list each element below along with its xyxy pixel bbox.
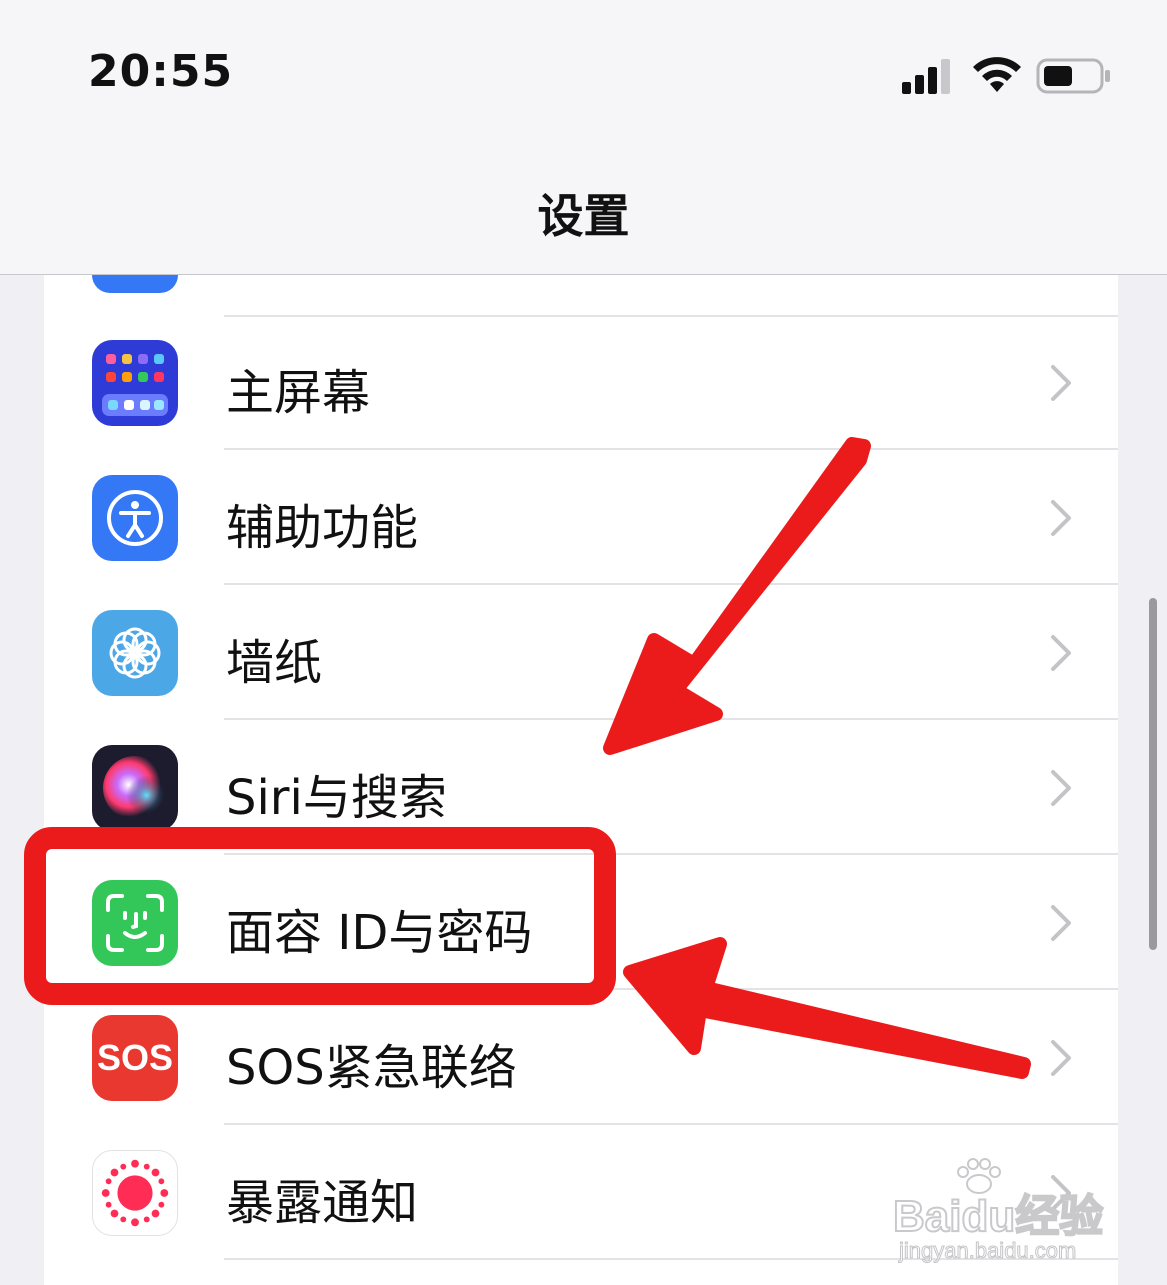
page-title: 设置	[537, 189, 630, 243]
row-label: SOS紧急联络	[226, 1040, 517, 1096]
exposure-notification-icon	[92, 1150, 178, 1236]
partial-row-icon	[92, 275, 178, 293]
wallpaper-icon	[92, 610, 178, 696]
sos-icon: SOS	[92, 1015, 178, 1101]
settings-row-wallpaper[interactable]: 墙纸	[44, 585, 1118, 720]
scroll-indicator[interactable]	[1149, 598, 1157, 950]
watermark: Baidu经验 jingyan.baidu.com	[892, 1158, 1153, 1270]
chevron-right-icon	[1051, 770, 1071, 806]
battery-icon	[1036, 58, 1110, 94]
status-time: 20:55	[88, 46, 234, 97]
watermark-url: jingyan.baidu.com	[898, 1238, 1077, 1264]
status-bar: 20:55	[0, 0, 1167, 140]
settings-row-home-screen[interactable]: 主屏幕	[44, 315, 1118, 450]
siri-icon	[92, 745, 178, 831]
settings-row-accessibility[interactable]: 辅助功能	[44, 450, 1118, 585]
home-screen-icon	[92, 340, 178, 426]
row-divider	[224, 315, 1118, 317]
row-label: 主屏幕	[226, 365, 371, 421]
sos-icon-text: SOS	[96, 1037, 174, 1078]
row-label: Siri与搜索	[226, 770, 447, 826]
chevron-right-icon	[1051, 365, 1071, 401]
chevron-right-icon	[1051, 905, 1071, 941]
settings-row-emergency-sos[interactable]: SOS SOS紧急联络	[44, 990, 1118, 1125]
watermark-brand: Baidu经验	[892, 1191, 1104, 1242]
navigation-bar: 设置	[0, 140, 1167, 275]
highlight-box	[24, 827, 616, 1005]
chevron-right-icon	[1051, 500, 1071, 536]
wifi-icon	[973, 57, 1021, 92]
chevron-right-icon	[1051, 1040, 1071, 1076]
chevron-right-icon	[1051, 635, 1071, 671]
row-label: 墙纸	[226, 635, 323, 691]
accessibility-icon	[92, 475, 178, 561]
row-label: 辅助功能	[226, 500, 419, 556]
row-label: 暴露通知	[226, 1175, 419, 1231]
cellular-signal-icon	[902, 59, 950, 94]
